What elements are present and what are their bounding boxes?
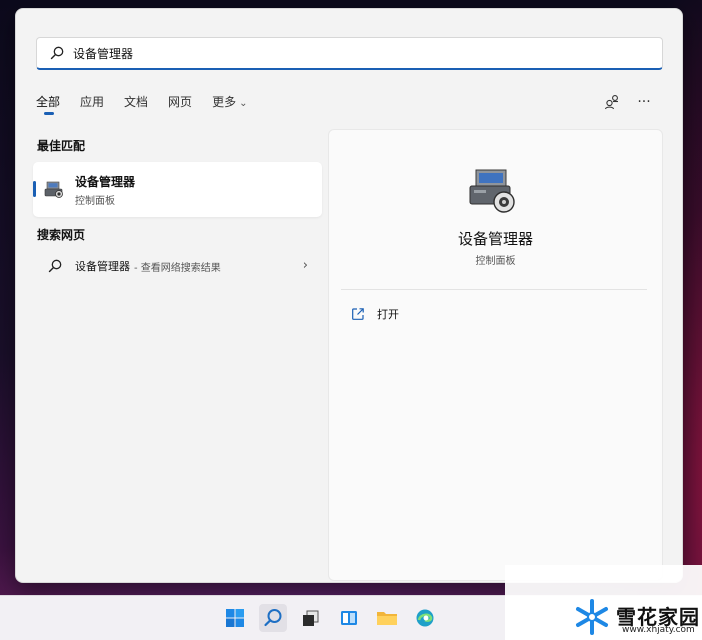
panel-toolbar: ···	[592, 91, 656, 113]
search-box[interactable]	[36, 37, 663, 70]
details-pane: 设备管理器 控制面板 打开	[328, 129, 663, 581]
tab-label: 更多	[212, 95, 237, 109]
account-share-icon	[604, 95, 618, 110]
tab-label: 全部	[36, 95, 61, 109]
chevron-down-icon: ⌄	[239, 98, 248, 109]
widgets-icon	[341, 611, 357, 625]
open-external-icon	[352, 308, 364, 320]
filter-tabs: 全部 应用 文档 网页 更多 ⌄	[36, 93, 267, 117]
file-explorer-icon	[377, 612, 397, 625]
snowflake-logo-icon	[576, 599, 608, 635]
more-options-button[interactable]: ···	[632, 91, 656, 113]
taskbar-search-button[interactable]	[259, 604, 287, 632]
web-search-query: 设备管理器	[75, 260, 130, 273]
best-match-heading: 最佳匹配	[37, 139, 86, 153]
chevron-right-icon[interactable]: ›	[303, 258, 308, 273]
web-search-description: - 查看网络搜索结果	[134, 262, 221, 274]
device-manager-icon	[44, 181, 63, 198]
account-share-button[interactable]	[600, 91, 624, 113]
selection-indicator	[33, 181, 36, 197]
widgets-button[interactable]	[335, 604, 363, 632]
search-icon	[50, 46, 64, 60]
best-match-item[interactable]: 设备管理器 控制面板	[33, 162, 322, 217]
tab-documents[interactable]: 文档	[124, 93, 148, 115]
best-match-subtitle: 控制面板	[75, 196, 115, 207]
edge-browser-icon	[416, 609, 434, 627]
tab-label: 应用	[80, 95, 105, 109]
tab-web[interactable]: 网页	[168, 93, 192, 115]
windows-start-icon	[226, 609, 244, 627]
tab-all[interactable]: 全部	[36, 93, 60, 115]
tab-label: 网页	[168, 95, 193, 109]
task-view-icon	[303, 610, 319, 626]
search-input[interactable]	[73, 41, 633, 65]
open-action[interactable]: 打开	[351, 306, 399, 322]
divider	[341, 289, 647, 290]
more-options-icon: ···	[637, 94, 651, 110]
edge-browser-button[interactable]	[411, 604, 439, 632]
search-icon	[48, 259, 62, 273]
start-button[interactable]	[221, 604, 249, 632]
details-subtitle: 控制面板	[475, 256, 516, 267]
best-match-name: 设备管理器	[75, 175, 136, 189]
web-search-heading: 搜索网页	[37, 228, 86, 242]
web-search-result[interactable]: 设备管理器 - 查看网络搜索结果 ›	[33, 253, 322, 279]
tab-label: 文档	[124, 95, 149, 109]
search-icon	[264, 609, 282, 627]
watermark-url: www.xhjaty.com	[622, 625, 695, 635]
file-explorer-button[interactable]	[373, 604, 401, 632]
tab-apps[interactable]: 应用	[80, 93, 104, 115]
tab-more[interactable]: 更多 ⌄	[212, 93, 247, 115]
open-label: 打开	[377, 308, 399, 321]
start-search-panel: 全部 应用 文档 网页 更多⌄ ··· 最佳匹配	[15, 8, 683, 583]
device-manager-icon	[469, 169, 515, 213]
details-title: 设备管理器	[457, 230, 533, 248]
task-view-button[interactable]	[297, 604, 325, 632]
